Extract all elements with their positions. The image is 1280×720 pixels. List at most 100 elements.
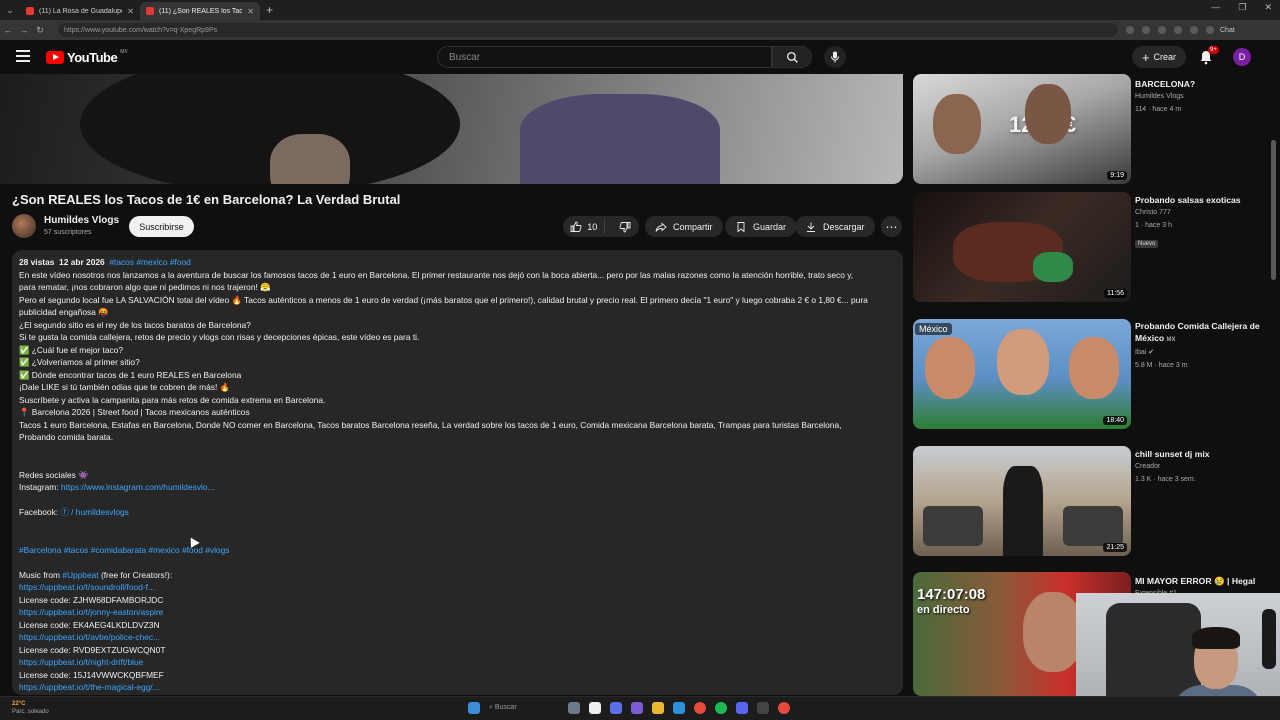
back-icon[interactable]: ← [0,25,16,35]
video-meta: 114 · hace 4 m [1135,106,1182,113]
music-link[interactable]: https://uppbeat.io/t/night-drift/blue [19,657,143,667]
uppbeat-hashtag-link[interactable]: #Uppbeat [62,570,98,580]
weather-widget[interactable]: 22°C Parc. soleado [12,700,49,716]
facebook-label: Facebook: [19,507,59,517]
video-frame-shape [520,94,720,184]
search-input[interactable]: Buscar [437,46,772,68]
music-suffix: (free for Creators!): [100,569,173,580]
video-thumbnail[interactable]: México 18:40 [913,319,1131,429]
dislike-button[interactable] [611,221,639,233]
video-duration: 9:19 [1107,171,1127,180]
url-field[interactable]: https://www.youtube.com/watch?v=q-XpegRp… [58,23,1118,37]
minimize-icon[interactable]: — [1211,2,1220,13]
forward-icon[interactable]: → [16,25,32,35]
save-button[interactable]: Guardar [725,216,797,237]
new-tab-icon[interactable]: + [266,3,273,17]
voice-search-button[interactable] [824,46,846,68]
close-window-icon[interactable]: ✕ [1264,2,1272,13]
share-label: Compartir [673,221,713,232]
description-line: Probando comida barata. [19,432,114,442]
thumbs-up-icon [570,221,582,232]
task-view-icon[interactable] [568,702,580,714]
app-icon[interactable] [778,702,790,714]
description-line: ✅ ¿Cuál fue el mejor taco? [19,344,123,355]
extension-icon[interactable] [1206,26,1214,34]
reload-icon[interactable]: ↻ [32,25,48,36]
logo-text: YouTube [67,50,118,65]
thumbnail-person [1023,592,1083,672]
chrome-icon[interactable] [694,702,706,714]
hashtags-link[interactable]: #Barcelona #tacos #comidabarata #mexico … [19,545,229,555]
thumbnail-person [933,94,981,154]
license-code: License code: 15J14VWWCKQBFMEF [19,669,164,680]
app-icon[interactable] [589,702,601,714]
app-icon[interactable] [757,702,769,714]
extension-icon[interactable] [1126,26,1134,34]
tab-title: (11) La Rosa de Guadalupe | LOS Mu [39,7,123,15]
file-explorer-icon[interactable] [652,702,664,714]
close-tab-icon[interactable]: ✕ [247,7,254,16]
channel-name[interactable]: Humildes Vlogs [44,215,119,226]
scrollbar[interactable] [1271,140,1276,280]
extension-icon[interactable] [1142,26,1150,34]
description-line: Tacos 1 euro Barcelona, Estafas en Barce… [19,419,842,430]
extension-icon[interactable] [1174,26,1182,34]
top-hashtags-link[interactable]: #tacos #mexico #food [109,257,190,267]
extension-icon[interactable] [1190,26,1198,34]
subscribe-button[interactable]: Suscribirse [129,216,194,237]
license-code: License code: ZJHW68DFAMBORJDC [19,594,164,605]
video-thumbnail[interactable]: 12.98€ 9:19 [913,74,1131,184]
browser-tab-1[interactable]: (11) La Rosa de Guadalupe | LOS Mu ✕ [20,2,140,20]
maximize-icon[interactable]: ❐ [1238,2,1246,13]
share-icon [655,222,667,232]
music-credit: Music from #Uppbeat (free for Creators!)… [19,569,896,582]
tab-list-icon[interactable]: ⌄ [0,0,20,20]
browser-tab-2[interactable]: (11) ¿Son REALES los Tacos de 1€ ✕ [140,2,260,20]
app-icon[interactable] [610,702,622,714]
windows-start-icon[interactable] [468,702,480,714]
facebook-line: Facebook: ⓕ / humildesvlogs [19,506,896,519]
download-button[interactable]: Descargar [795,216,875,237]
taskbar-search[interactable]: ⌕ Buscar [489,704,559,712]
music-link[interactable]: https://uppbeat.io/t/the-magical-egg/... [19,682,160,692]
extension-icon[interactable] [1158,26,1166,34]
music-link[interactable]: https://uppbeat.io/t/avbe/police-chec... [19,632,160,642]
facebook-link[interactable]: / humildesvlogs [71,507,129,517]
extension-icons [1126,26,1214,34]
music-link[interactable]: https://uppbeat.io/t/soundroll/food-f... [19,582,155,592]
more-actions-button[interactable]: ⋯ [881,216,902,237]
notification-count-badge: 9+ [1208,46,1219,54]
menu-icon[interactable] [16,50,30,62]
windows-taskbar: 22°C Parc. soleado ⌕ Buscar [0,696,1280,720]
channel-avatar[interactable] [12,214,36,238]
microphone-icon [831,51,839,63]
youtube-play-icon [46,51,64,64]
create-button[interactable]: + Crear [1132,46,1186,68]
video-info[interactable]: chill sunset dj mix Creador 1.3 K · hace… [1135,448,1277,486]
description-line: ¿El segundo sitio es el rey de los tacos… [19,319,251,330]
instagram-link[interactable]: https://www.instagram.com/humildesvlo... [61,482,215,492]
video-info[interactable]: BARCELONA? Humildes Vlogs 114 · hace 4 m [1135,78,1277,116]
video-thumbnail[interactable]: 11:56 [913,192,1131,302]
like-dislike-group: 10 [563,216,639,237]
like-button[interactable]: 10 [563,219,606,234]
video-player[interactable] [0,74,903,184]
chat-button[interactable]: Chat [1220,27,1235,34]
spotify-icon[interactable] [715,702,727,714]
account-avatar[interactable]: D [1233,48,1251,66]
app-icon[interactable] [631,702,643,714]
share-button[interactable]: Compartir [645,216,723,237]
video-thumbnail[interactable]: 21:25 [913,446,1131,556]
close-tab-icon[interactable]: ✕ [127,7,134,16]
discord-icon[interactable] [736,702,748,714]
music-link[interactable]: https://uppbeat.io/t/jonny-easton/aspire [19,607,163,617]
video-info[interactable]: Probando Comida Callejera de México MX I… [1135,320,1277,372]
video-description[interactable]: 28 vistas 12 abr 2026 #tacos #mexico #fo… [12,250,903,695]
video-info[interactable]: Probando salsas exoticas Christo 777 1 ·… [1135,194,1277,250]
address-bar: ← → ↻ https://www.youtube.com/watch?v=q-… [0,20,1280,40]
youtube-logo[interactable]: YouTube MX [46,49,128,65]
search-button[interactable] [772,46,812,68]
video-duration: 21:25 [1103,543,1127,552]
search-icon [786,51,798,63]
edge-icon[interactable] [673,702,685,714]
